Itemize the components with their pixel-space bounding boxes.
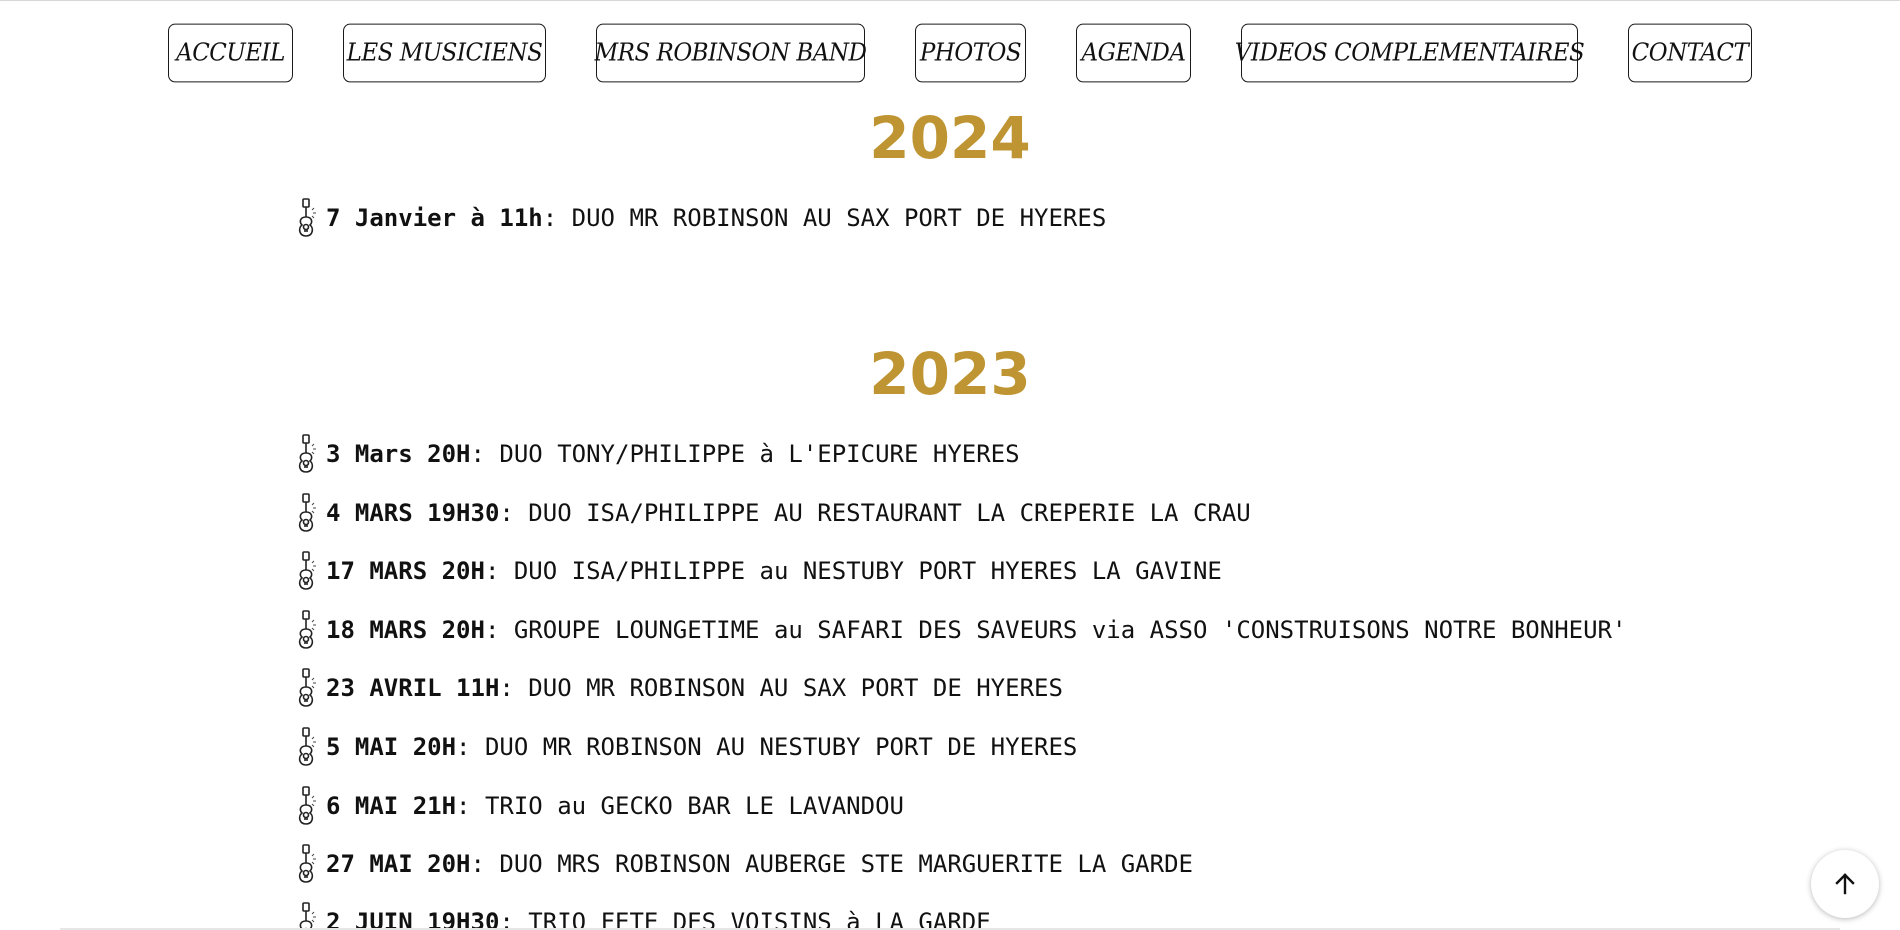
list-item: 6 MAI 21H: TRIO au GECKO BAR LE LAVANDOU — [296, 784, 904, 828]
nav-accueil-button[interactable]: ACCUEIL — [168, 23, 293, 83]
event-description: DUO ISA/PHILIPPE au NESTUBY PORT HYERES … — [499, 557, 1222, 585]
event-date: 3 Mars 20H — [326, 440, 471, 468]
event-description: DUO TONY/PHILIPPE à L'EPICURE HYERES — [484, 440, 1020, 468]
guitar-icon — [298, 727, 316, 766]
event-description: GROUPE LOUNGETIME au SAFARI DES SAVEURS … — [499, 616, 1627, 644]
guitar-icon — [298, 551, 316, 590]
guitar-icon — [298, 493, 316, 532]
event-description: DUO MR ROBINSON AU NESTUBY PORT DE HYERE… — [470, 733, 1078, 761]
guitar-icon — [298, 844, 316, 883]
event-separator: : — [499, 499, 514, 527]
event-date: 7 Janvier à 11h — [326, 204, 543, 232]
list-item: 23 AVRIL 11H: DUO MR ROBINSON AU SAX POR… — [296, 666, 1063, 710]
event-separator: : — [470, 440, 485, 468]
arrow-up-icon — [1835, 873, 1855, 895]
event-separator: : — [456, 792, 471, 820]
event-description: DUO MRS ROBINSON AUBERGE STE MARGUERITE … — [484, 850, 1193, 878]
event-date: 5 MAI 20H — [326, 733, 457, 761]
nav-musiciens-button[interactable]: LES MUSICIENS — [343, 23, 546, 83]
event-description: DUO MR ROBINSON AU SAX PORT DE HYERES — [557, 204, 1107, 232]
event-description: TRIO au GECKO BAR LE LAVANDOU — [470, 792, 904, 820]
list-item: 27 MAI 20H: DUO MRS ROBINSON AUBERGE STE… — [296, 842, 1193, 886]
event-description: TRIO FETE DES VOISINS à LA GARDE — [513, 908, 991, 930]
event-separator: : — [484, 616, 500, 644]
nav-videos-complementaires-button[interactable]: VIDEOS COMPLEMENTAIRES — [1235, 23, 1585, 83]
nav-mrs-robinson-band-button[interactable]: MRS ROBINSON BAND — [595, 23, 867, 83]
event-date: 4 MARS 19H30 — [326, 499, 500, 527]
list-item: 3 Mars 20H: DUO TONY/PHILIPPE à L'EPICUR… — [296, 432, 1020, 476]
guitar-icon — [298, 786, 316, 825]
list-item: 17 MARS 20H: DUO ISA/PHILIPPE au NESTUBY… — [296, 549, 1222, 593]
event-date: 27 MAI 20H — [326, 850, 471, 878]
list-item: 4 MARS 19H30: DUO ISA/PHILIPPE AU RESTAU… — [296, 491, 1251, 535]
nav-contact-button[interactable]: CONTACT — [1628, 23, 1752, 83]
main-nav: ACCUEIL LES MUSICIENS MRS ROBINSON BAND … — [0, 23, 1900, 85]
nav-photos-button[interactable]: PHOTOS — [915, 23, 1026, 83]
event-separator: : — [484, 557, 500, 585]
guitar-icon — [298, 434, 316, 473]
guitar-icon — [298, 610, 316, 649]
event-date: 6 MAI 21H — [326, 792, 457, 820]
event-description: DUO ISA/PHILIPPE AU RESTAURANT LA CREPER… — [513, 499, 1251, 527]
nav-agenda-button[interactable]: AGENDA — [1076, 23, 1191, 83]
year-heading: 2023 — [869, 340, 1031, 408]
event-date: 17 MARS 20H — [326, 557, 485, 585]
guitar-icon — [299, 902, 316, 930]
event-separator: : — [456, 733, 471, 761]
list-item: 2 JUIN 19H30: TRIO FETE DES VOISINS à LA… — [296, 900, 991, 930]
event-date: 2 JUIN 19H30 — [326, 908, 500, 930]
year-heading: 2024 — [869, 104, 1031, 172]
top-border — [0, 0, 1900, 1]
list-item: 7 Janvier à 11h: DUO MR ROBINSON AU SAX … — [296, 196, 1106, 240]
event-description: DUO MR ROBINSON AU SAX PORT DE HYERES — [513, 674, 1063, 702]
event-separator: : — [499, 674, 514, 702]
event-date: 18 MARS 20H — [326, 616, 485, 644]
guitar-icon — [298, 198, 316, 237]
event-separator: : — [542, 204, 558, 232]
guitar-icon — [298, 668, 316, 707]
event-date: 23 AVRIL 11H — [326, 674, 500, 702]
scroll-to-top-button[interactable] — [1811, 850, 1879, 918]
list-item: 18 MARS 20H: GROUPE LOUNGETIME au SAFARI… — [296, 608, 1626, 652]
event-separator: : — [470, 850, 485, 878]
event-separator: : — [499, 908, 514, 930]
list-item: 5 MAI 20H: DUO MR ROBINSON AU NESTUBY PO… — [296, 725, 1077, 769]
